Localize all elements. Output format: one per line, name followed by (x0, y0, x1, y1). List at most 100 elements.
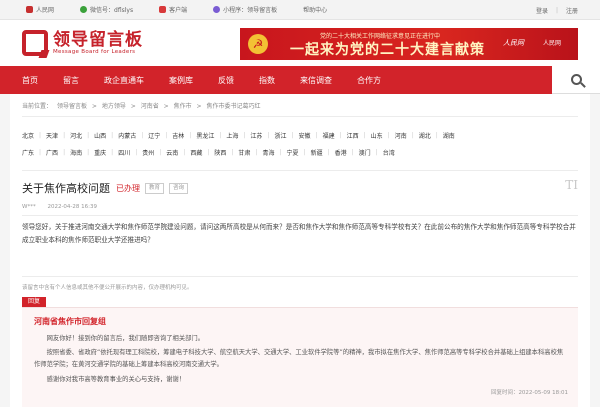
region-separator: | (39, 132, 42, 139)
region-link[interactable]: 上海 (226, 131, 238, 140)
region-link[interactable]: 辽宁 (148, 131, 160, 140)
region-link[interactable]: 重庆 (94, 148, 106, 157)
region-separator: | (231, 149, 234, 156)
region-link[interactable]: 河南 (395, 131, 407, 140)
region-link[interactable]: 广东 (22, 148, 34, 157)
region-link[interactable]: 湖北 (419, 131, 431, 140)
nav-home[interactable]: 首页 (22, 75, 38, 86)
app-icon (159, 6, 167, 13)
region-separator: | (387, 132, 390, 139)
region-link[interactable]: 江西 (347, 131, 359, 140)
site-logo[interactable]: 领导留言板 Message Board for Leaders (22, 30, 143, 56)
search-button[interactable] (552, 66, 600, 94)
register-link[interactable]: 注册 (566, 6, 578, 15)
region-link[interactable]: 四川 (118, 148, 130, 157)
nav-survey[interactable]: 来信调查 (300, 75, 332, 86)
region-link[interactable]: 陕西 (214, 148, 226, 157)
region-separator: | (207, 149, 210, 156)
region-link[interactable]: 甘肃 (238, 148, 250, 157)
region-separator: | (87, 149, 90, 156)
region-link[interactable]: 广西 (46, 148, 58, 157)
region-row-2: 广东 | 广西 | 海南 | 重庆 | 四川 | 贵州 | 云南 | 西藏 | 陕西 | 甘肃 | 青海 | 宁夏 | 新疆 | 香… (22, 144, 562, 161)
region-separator: | (435, 132, 438, 139)
reply-organization: 河南省焦作市回复组 (34, 317, 106, 326)
breadcrumb-link[interactable]: 河南省 (141, 103, 159, 110)
content-card: 当前位置： 领导留言板 > 地方领导 > 河南省 > 焦作市 > 焦作市委书记葛… (10, 94, 590, 407)
region-link[interactable]: 宁夏 (287, 148, 299, 157)
region-link[interactable]: 青海 (262, 148, 274, 157)
nav-index[interactable]: 指数 (259, 75, 275, 86)
region-separator: | (63, 149, 66, 156)
region-link[interactable]: 海南 (70, 148, 82, 157)
region-separator: | (315, 132, 318, 139)
region-link[interactable]: 福建 (323, 131, 335, 140)
nav-feedback[interactable]: 反馈 (218, 75, 234, 86)
region-link[interactable]: 北京 (22, 131, 34, 140)
region-row-1: 北京 | 天津 | 河北 | 山西 | 内蒙古 | 辽宁 | 吉林 | 黑龙江 | 上海 | 江苏 | 浙江 | 安徽 | 福建… (22, 127, 562, 144)
reply-box: 河南省焦作市回复组 网友你好！接到你的留言后，我们随即咨询了相关部门。 按照省委… (22, 307, 578, 407)
login-link[interactable]: 登录 (536, 6, 548, 15)
message-author: W*** (22, 204, 36, 210)
topbar-item-web[interactable]: 人民网 (26, 5, 54, 14)
region-link[interactable]: 安徽 (299, 131, 311, 140)
region-separator: | (351, 149, 354, 156)
region-link[interactable]: 吉林 (172, 131, 184, 140)
divider (22, 276, 578, 277)
region-link[interactable]: 澳门 (359, 148, 371, 157)
breadcrumb-link[interactable]: 焦作市 (174, 103, 192, 110)
nav-enterprise[interactable]: 政企直通车 (104, 75, 144, 86)
region-link[interactable]: 新疆 (311, 148, 323, 157)
message-header: 关于焦作高校问题 已办理 教育 咨询 (22, 180, 189, 196)
region-link[interactable]: 天津 (46, 131, 58, 140)
region-link[interactable]: 内蒙古 (118, 131, 136, 140)
nav-message[interactable]: 留言 (63, 75, 79, 86)
web-icon (26, 6, 33, 13)
promo-banner[interactable]: ☭ 党的二十大相关工作网络征求意见正在进行中 一起来为党的二十大建言献策 人民网… (240, 28, 578, 60)
nav-partners[interactable]: 合作方 (357, 75, 381, 86)
status-badge: 已办理 (116, 183, 140, 193)
breadcrumb-link[interactable]: 地方领导 (102, 103, 126, 110)
logo-subtitle: Message Board for Leaders (53, 49, 136, 55)
category-tag[interactable]: 教育 (145, 182, 165, 194)
region-link[interactable]: 湖南 (443, 131, 455, 140)
reply-paragraph: 感谢你对我市高等教育事业的关心与支持，谢谢！ (46, 376, 186, 383)
search-icon (570, 74, 582, 85)
region-link[interactable]: 云南 (166, 148, 178, 157)
region-link[interactable]: 山东 (371, 131, 383, 140)
region-link[interactable]: 山西 (94, 131, 106, 140)
topbar-item-help[interactable]: 帮助中心 (303, 5, 327, 14)
type-tag[interactable]: 咨询 (169, 182, 189, 194)
region-link[interactable]: 河北 (70, 131, 82, 140)
font-size-icon[interactable]: TI (565, 178, 578, 192)
region-link[interactable]: 江苏 (250, 131, 262, 140)
region-separator: | (303, 149, 306, 156)
breadcrumb-current[interactable]: 焦作市委书记葛巧红 (207, 103, 261, 110)
region-separator: | (135, 149, 138, 156)
region-separator: | (219, 132, 222, 139)
region-link[interactable]: 台湾 (383, 148, 395, 157)
region-separator: | (255, 149, 258, 156)
region-link[interactable]: 黑龙江 (196, 131, 214, 140)
region-separator: | (165, 132, 168, 139)
topbar-item-app[interactable]: 客户端 (159, 5, 187, 14)
main-nav: 首页 留言 政企直通车 案例库 反馈 指数 来信调查 合作方 (0, 66, 600, 94)
region-separator: | (39, 149, 42, 156)
divider (22, 215, 578, 216)
region-link[interactable]: 浙江 (274, 131, 286, 140)
region-link[interactable]: 西藏 (190, 148, 202, 157)
nav-cases[interactable]: 案例库 (169, 75, 193, 86)
region-separator: | (63, 132, 66, 139)
banner-brand-logo: 人民网 (503, 39, 524, 47)
region-separator: | (159, 149, 162, 156)
region-separator: | (111, 149, 114, 156)
logo-icon (22, 30, 48, 56)
breadcrumb-link[interactable]: 领导留言板 (57, 103, 87, 110)
reply-paragraph: 按照省委、省政府“依托现有理工科院校，筹建电子科技大学、航空航天大学、交通大学、… (34, 349, 564, 368)
region-link[interactable]: 香港 (335, 148, 347, 157)
miniprogram-icon (213, 6, 221, 13)
region-separator: | (375, 149, 378, 156)
region-link[interactable]: 贵州 (142, 148, 154, 157)
reply-time: 回复时间：2022-05-09 18:01 (490, 390, 568, 396)
topbar-item-wechat[interactable]: 微信号：dflslys (80, 5, 133, 14)
topbar-item-miniprogram[interactable]: 小程序：领导留言板 (213, 5, 277, 14)
